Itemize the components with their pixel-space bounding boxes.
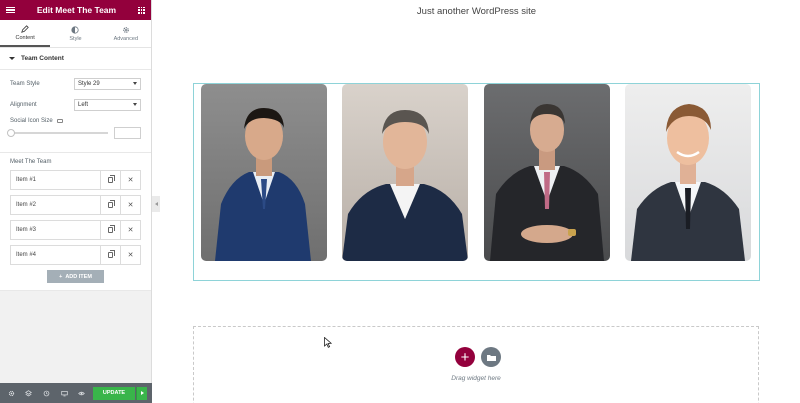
- site-tagline: Just another WordPress site: [416, 6, 537, 17]
- tab-content-label: Content: [15, 34, 35, 41]
- repeater-item[interactable]: Item #2 ✕: [10, 195, 141, 215]
- team-style-label: Team Style: [10, 80, 40, 87]
- panel-header: Edit Meet The Team: [0, 0, 151, 20]
- team-repeater: Meet The Team Item #1 ✕ Item #2 ✕ Item #…: [0, 153, 151, 291]
- social-icon-size-label: Social Icon Size: [10, 118, 53, 124]
- team-member-photo[interactable]: [625, 84, 751, 261]
- chevron-down-icon: [133, 82, 137, 85]
- remove-button[interactable]: ✕: [120, 171, 140, 189]
- tab-content[interactable]: Content: [0, 20, 51, 47]
- panel-title: Edit Meet The Team: [36, 5, 117, 15]
- empty-section-drop-zone[interactable]: + Drag widget here: [193, 326, 759, 403]
- tab-advanced-label: Advanced: [113, 35, 139, 42]
- plus-icon: +: [59, 273, 63, 280]
- duplicate-button[interactable]: [100, 246, 120, 264]
- mouse-cursor-icon: [324, 337, 332, 348]
- team-widget-section[interactable]: [193, 83, 760, 281]
- responsive-icon[interactable]: [58, 386, 71, 400]
- copy-icon: [108, 200, 115, 208]
- repeater-item-title[interactable]: Item #1: [11, 171, 100, 189]
- repeater-item-title[interactable]: Item #3: [11, 221, 100, 239]
- caret-down-icon: [9, 57, 15, 60]
- close-icon: ✕: [127, 227, 134, 234]
- copy-icon: [108, 175, 115, 183]
- update-button[interactable]: UPDATE: [92, 386, 136, 400]
- copy-icon: [108, 225, 115, 233]
- team-style-value: Style 29: [78, 80, 100, 87]
- repeater-title: Meet The Team: [10, 159, 52, 165]
- tab-advanced[interactable]: Advanced: [101, 20, 151, 47]
- caret-right-icon: [140, 391, 144, 395]
- close-icon: ✕: [127, 202, 134, 209]
- panel-footer: UPDATE: [0, 383, 152, 403]
- social-icon-size-input[interactable]: [114, 127, 141, 139]
- update-options-button[interactable]: [136, 386, 147, 400]
- add-template-button[interactable]: [481, 347, 501, 367]
- tab-style[interactable]: Style: [50, 20, 100, 47]
- widgets-grid-icon[interactable]: [137, 6, 145, 14]
- tab-style-label: Style: [69, 35, 82, 42]
- history-icon[interactable]: [40, 386, 53, 400]
- desktop-icon[interactable]: [56, 119, 63, 123]
- duplicate-button[interactable]: [100, 196, 120, 214]
- plus-icon: +: [460, 348, 470, 366]
- add-item-label: ADD ITEM: [65, 273, 92, 280]
- repeater-item-title[interactable]: Item #4: [11, 246, 100, 264]
- social-icon-size-slider[interactable]: [7, 129, 108, 137]
- folder-icon: [486, 354, 496, 361]
- repeater-item[interactable]: Item #4 ✕: [10, 245, 141, 265]
- close-icon: ✕: [127, 252, 134, 259]
- panel-tabs: Content Style Advanced: [0, 20, 151, 48]
- social-icon-size-slider-row: [7, 127, 141, 139]
- repeater-item[interactable]: Item #1 ✕: [10, 170, 141, 190]
- team-member-photo[interactable]: [342, 84, 468, 261]
- chevron-left-icon: [154, 202, 158, 206]
- duplicate-button[interactable]: [100, 171, 120, 189]
- alignment-value: Left: [78, 101, 89, 108]
- alignment-row: Alignment Left: [10, 97, 141, 112]
- repeater-item-title[interactable]: Item #2: [11, 196, 100, 214]
- team-controls: Team Style Style 29 Alignment Left Socia…: [0, 70, 151, 153]
- repeater-item[interactable]: Item #3 ✕: [10, 220, 141, 240]
- remove-button[interactable]: ✕: [120, 246, 140, 264]
- collapse-panel-toggle[interactable]: [152, 196, 160, 212]
- copy-icon: [108, 250, 115, 258]
- social-icon-size-row: Social Icon Size: [10, 118, 141, 124]
- remove-button[interactable]: ✕: [120, 196, 140, 214]
- chevron-down-icon: [133, 103, 137, 106]
- settings-icon[interactable]: [5, 386, 18, 400]
- preview-icon[interactable]: [75, 386, 88, 400]
- pencil-icon: [21, 24, 29, 33]
- section-team-content[interactable]: Team Content: [0, 48, 151, 70]
- team-member-photo[interactable]: [201, 84, 327, 261]
- menu-icon[interactable]: [6, 6, 15, 14]
- alignment-select[interactable]: Left: [74, 98, 141, 111]
- remove-button[interactable]: ✕: [120, 221, 140, 239]
- slider-handle[interactable]: [7, 129, 15, 137]
- alignment-label: Alignment: [10, 101, 37, 108]
- layers-icon[interactable]: [23, 386, 36, 400]
- gear-icon: [122, 26, 129, 33]
- add-section-button[interactable]: +: [455, 347, 475, 367]
- section-title: Team Content: [21, 55, 64, 62]
- close-icon: ✕: [127, 177, 134, 184]
- drop-hint: Drag widget here: [451, 375, 501, 382]
- team-style-select[interactable]: Style 29: [74, 77, 141, 90]
- editor-panel: Edit Meet The Team Content Style Advance…: [0, 0, 152, 403]
- add-item-button[interactable]: + ADD ITEM: [47, 270, 104, 283]
- team-member-photo[interactable]: [484, 84, 610, 261]
- half-circle-icon: [71, 25, 80, 34]
- team-style-row: Team Style Style 29: [10, 76, 141, 91]
- duplicate-button[interactable]: [100, 221, 120, 239]
